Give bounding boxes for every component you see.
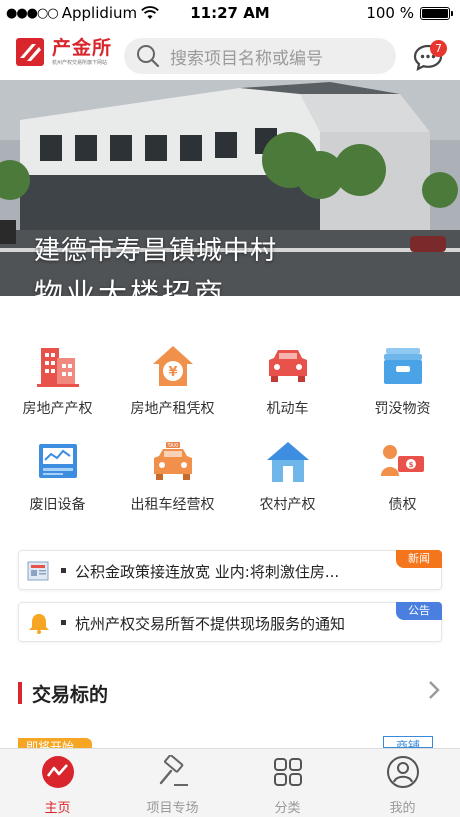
news-tag: 新闻 bbox=[396, 550, 442, 568]
search-input[interactable]: 搜索项目名称或编号 bbox=[124, 38, 396, 74]
newspaper-icon bbox=[27, 561, 49, 581]
logo-name: 产金所 bbox=[52, 36, 113, 59]
debt-icon: $ bbox=[380, 445, 424, 476]
tab-label: 项目专场 bbox=[146, 801, 199, 816]
category-label: 房地产租凭权 bbox=[130, 401, 215, 417]
tab-projects[interactable]: 项目专场 bbox=[115, 754, 230, 816]
battery-icon bbox=[420, 6, 453, 20]
promo-banner[interactable]: 建德市寿昌镇城中村 物业大楼招商 bbox=[0, 80, 460, 296]
logo-subtitle: 杭州产权交易所旗下网站 bbox=[52, 59, 108, 66]
category-label: 农村产权 bbox=[259, 497, 316, 513]
svg-text:¥: ¥ bbox=[168, 365, 177, 380]
car-icon bbox=[268, 350, 307, 382]
box-icon bbox=[383, 348, 422, 384]
tab-label: 主页 bbox=[44, 801, 71, 816]
search-icon bbox=[137, 45, 160, 68]
category-lease-right[interactable]: ¥ 房地产租凭权 bbox=[115, 344, 230, 418]
category-real-estate[interactable]: 房地产产权 bbox=[0, 344, 115, 418]
trading-targets-section: 交易标的 即将开始 商铺 bbox=[0, 658, 460, 748]
battery-percent: 100 % bbox=[366, 4, 414, 22]
message-badge: 7 bbox=[430, 40, 447, 57]
svg-text:TAXI: TAXI bbox=[166, 443, 178, 449]
svg-text:$: $ bbox=[408, 461, 413, 469]
notice-list: 公积金政策接连放宽 业内:将刺激住房... 新闻 杭州产权交易所暂不提供现场服务… bbox=[0, 528, 460, 658]
tab-home[interactable]: 主页 bbox=[0, 755, 115, 816]
banner-title: 建德市寿昌镇城中村 bbox=[34, 236, 278, 266]
chevron-right-icon[interactable] bbox=[427, 678, 441, 702]
tab-profile[interactable]: 我的 bbox=[345, 755, 460, 816]
tab-categories[interactable]: 分类 bbox=[230, 755, 345, 816]
news-text: 公积金政策接连放宽 业内:将刺激住房... bbox=[75, 563, 340, 581]
category-confiscated[interactable]: 罚没物资 bbox=[345, 344, 460, 418]
category-vehicle[interactable]: 机动车 bbox=[230, 344, 345, 418]
category-label: 机动车 bbox=[266, 401, 309, 417]
category-label: 废旧设备 bbox=[29, 497, 86, 513]
monitor-icon bbox=[38, 444, 77, 478]
logo-mark-icon bbox=[16, 38, 44, 66]
home-tab-icon bbox=[41, 756, 74, 788]
logo: 产金所 杭州产权交易所旗下网站 bbox=[14, 36, 112, 68]
gavel-icon bbox=[159, 754, 188, 786]
category-label: 债权 bbox=[388, 497, 417, 513]
announcement-tag: 公告 bbox=[396, 602, 442, 620]
announcement-item[interactable]: 杭州产权交易所暂不提供现场服务的通知 公告 bbox=[18, 602, 442, 642]
status-bar: ●●●○○ Applidium 11:27 AM 100 % bbox=[0, 0, 460, 26]
bell-icon bbox=[29, 614, 49, 634]
app-header: 产金所 杭州产权交易所旗下网站 搜索项目名称或编号 7 bbox=[0, 26, 460, 80]
building-icon bbox=[36, 348, 79, 387]
home-icon bbox=[266, 442, 309, 482]
category-grid: 房地产产权 ¥ 房地产租凭权 机动车 罚没物资 废旧设备 TAXI 出租车经营权… bbox=[0, 296, 460, 528]
search-placeholder: 搜索项目名称或编号 bbox=[170, 48, 323, 69]
tab-label: 分类 bbox=[274, 801, 301, 816]
banner-subtitle: 物业大楼招商 bbox=[34, 277, 227, 296]
status-badge: 即将开始 bbox=[18, 738, 92, 748]
section-accent-bar bbox=[18, 682, 22, 704]
bullet bbox=[61, 620, 66, 625]
section-title: 交易标的 bbox=[32, 684, 109, 706]
house-yuan-icon: ¥ bbox=[152, 346, 193, 386]
category-label: 出租车经营权 bbox=[130, 497, 215, 513]
bullet bbox=[61, 568, 66, 573]
category-debt[interactable]: $ 债权 bbox=[345, 440, 460, 514]
category-rural-property[interactable]: 农村产权 bbox=[230, 440, 345, 514]
news-item[interactable]: 公积金政策接连放宽 业内:将刺激住房... 新闻 bbox=[18, 550, 442, 590]
category-label: 房地产产权 bbox=[22, 401, 93, 417]
tab-label: 我的 bbox=[389, 801, 416, 816]
announcement-text: 杭州产权交易所暂不提供现场服务的通知 bbox=[75, 615, 346, 633]
grid-icon bbox=[273, 758, 302, 786]
type-badge: 商铺 bbox=[383, 736, 433, 748]
category-taxi[interactable]: TAXI 出租车经营权 bbox=[115, 440, 230, 514]
category-used-equipment[interactable]: 废旧设备 bbox=[0, 440, 115, 514]
category-label: 罚没物资 bbox=[374, 401, 431, 417]
taxi-icon: TAXI bbox=[153, 442, 192, 480]
bottom-tab-bar: 主页 项目专场 分类 我的 bbox=[0, 748, 460, 817]
user-icon bbox=[386, 756, 419, 788]
